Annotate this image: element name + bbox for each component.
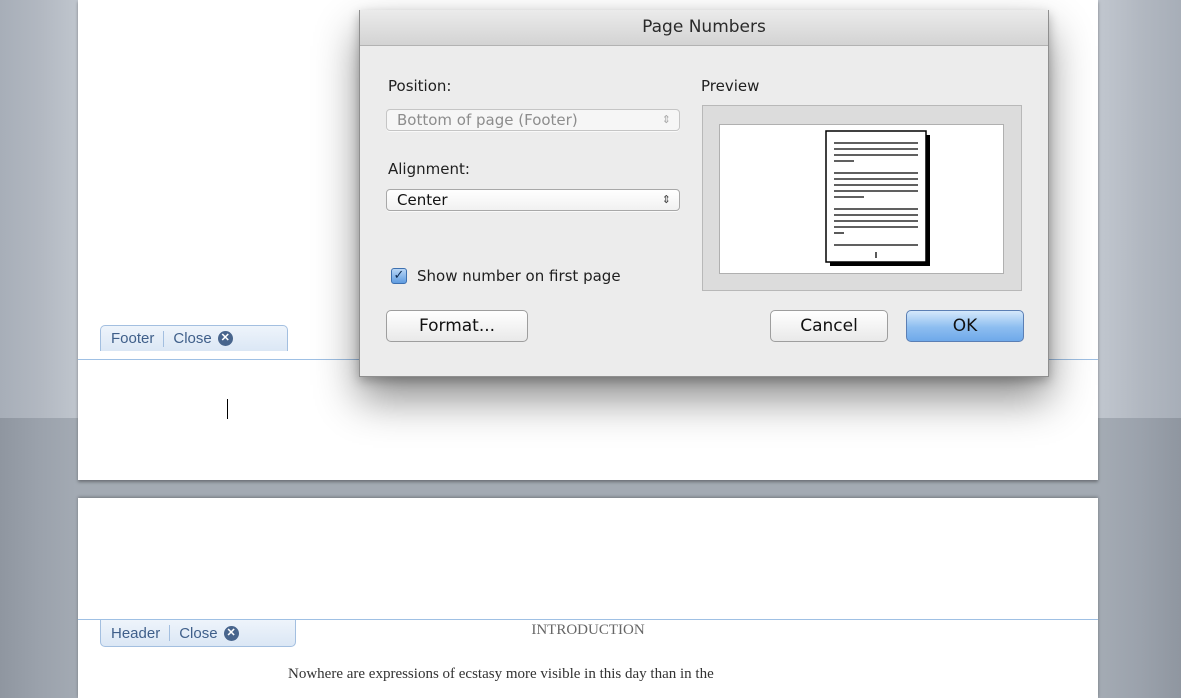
show-first-page-label[interactable]: Show number on first page [417, 267, 621, 285]
alignment-value: Center [397, 191, 448, 209]
position-popup: Bottom of page (Footer) ⇕ [386, 109, 680, 131]
alignment-popup[interactable]: Center ⇕ [386, 189, 680, 211]
preview-canvas [719, 124, 1004, 274]
document-body-text[interactable]: Nowhere are expressions of ecstasy more … [288, 666, 714, 683]
footer-close-button[interactable]: Close ✕ [173, 330, 233, 347]
footer-close-label: Close [173, 330, 212, 347]
document-page-header[interactable]: Header Close ✕ INTRODUCTION Nowhere are … [78, 498, 1098, 698]
position-value: Bottom of page (Footer) [397, 111, 578, 129]
alignment-label: Alignment: [388, 160, 470, 178]
up-down-arrows-icon: ⇕ [661, 193, 671, 206]
dialog-title: Page Numbers [360, 10, 1048, 46]
footer-tab-label: Footer [111, 330, 155, 347]
footer-tab: Footer Close ✕ [100, 325, 288, 351]
page-numbers-dialog: Page Numbers Position: Bottom of page (F… [359, 10, 1049, 377]
text-cursor [227, 399, 228, 419]
show-first-page-checkbox[interactable]: ✓ [391, 268, 407, 284]
ok-button[interactable]: OK [906, 310, 1024, 342]
page-preview-icon [825, 130, 930, 266]
cancel-button[interactable]: Cancel [770, 310, 888, 342]
preview-label: Preview [701, 77, 760, 95]
position-label: Position: [388, 77, 452, 95]
format-button[interactable]: Format... [386, 310, 528, 342]
up-down-arrows-icon: ⇕ [661, 113, 671, 126]
preview-panel [702, 105, 1022, 291]
close-circle-icon[interactable]: ✕ [217, 331, 233, 346]
document-heading: INTRODUCTION [531, 622, 645, 638]
tab-separator [163, 330, 165, 347]
checkmark-icon: ✓ [393, 268, 405, 283]
